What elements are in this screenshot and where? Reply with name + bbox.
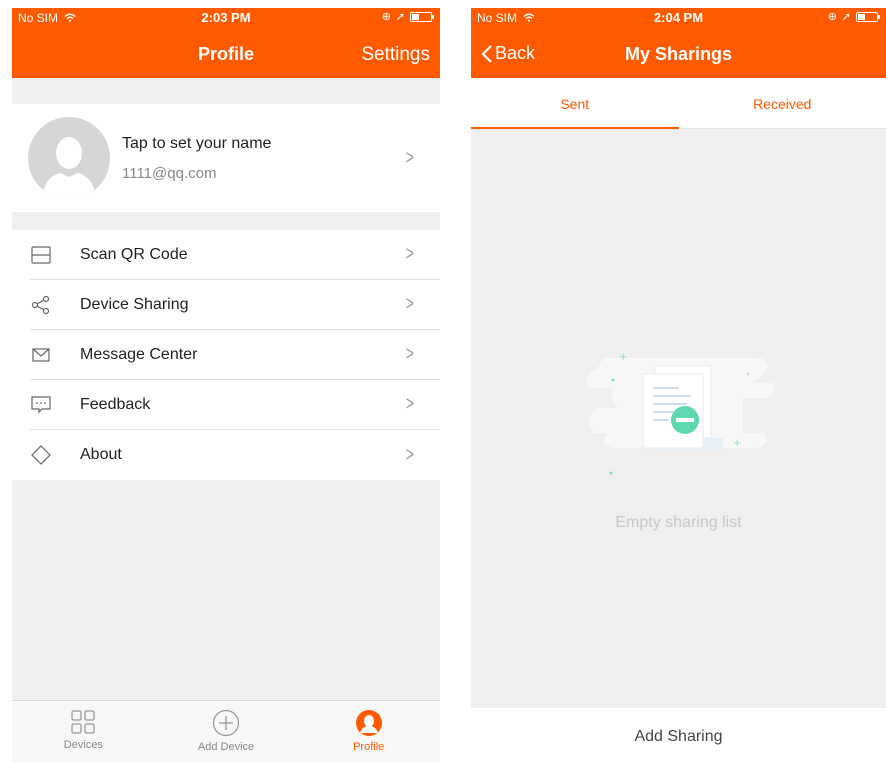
chevron-right-icon: > bbox=[406, 293, 415, 315]
status-icons: ⊕ ➚ bbox=[381, 10, 434, 23]
menu-label: Device Sharing bbox=[80, 295, 189, 313]
svg-text:+: + bbox=[619, 352, 627, 363]
share-icon bbox=[30, 294, 52, 316]
profile-screen: No SIM 2:03 PM ⊕ ➚ Profile Settings Tap … bbox=[12, 8, 440, 762]
tab-label: Add Device bbox=[197, 741, 255, 753]
profile-card[interactable]: Tap to set your name 1111@qq.com > bbox=[12, 104, 440, 212]
status-icons: ⊕ ➚ bbox=[827, 10, 880, 23]
avatar[interactable] bbox=[28, 117, 110, 199]
menu-label: About bbox=[80, 446, 122, 463]
chevron-right-icon: > bbox=[406, 243, 415, 265]
menu-item-scan-qr[interactable]: Scan QR Code > bbox=[30, 230, 440, 280]
menu-label: Message Center bbox=[80, 345, 198, 363]
add-sharing-button[interactable]: Add Sharing bbox=[471, 708, 886, 762]
menu-label: Feedback bbox=[80, 395, 151, 413]
plus-circle-icon bbox=[212, 709, 240, 737]
tab-label: Profile bbox=[353, 741, 385, 753]
lock-rotation-icon: ⊕ bbox=[381, 11, 391, 23]
battery-icon bbox=[410, 11, 434, 22]
mail-icon bbox=[30, 344, 52, 366]
scan-icon bbox=[30, 244, 52, 266]
lock-rotation-icon: ⊕ bbox=[827, 11, 837, 23]
status-bar: No SIM 2:04 PM ⊕ ➚ bbox=[471, 8, 886, 28]
location-icon: ➚ bbox=[841, 11, 851, 23]
battery-icon bbox=[856, 11, 880, 22]
empty-list-illustration: + + bbox=[586, 352, 775, 475]
sharing-tabs: Sent Received bbox=[471, 78, 886, 129]
profile-header: No SIM 2:03 PM ⊕ ➚ Profile Settings bbox=[12, 8, 440, 78]
status-time: 2:04 PM bbox=[653, 10, 704, 25]
location-icon: ➚ bbox=[395, 11, 405, 23]
tab-received[interactable]: Received bbox=[679, 78, 886, 128]
settings-button[interactable]: Settings bbox=[361, 44, 430, 66]
menu-item-about[interactable]: About > bbox=[30, 430, 440, 480]
feedback-icon bbox=[30, 394, 52, 416]
profile-info: Tap to set your name 1111@qq.com bbox=[122, 135, 404, 182]
grid-icon bbox=[71, 710, 95, 734]
chevron-right-icon: > bbox=[406, 146, 415, 169]
status-time: 2:03 PM bbox=[201, 10, 251, 25]
svg-text:+: + bbox=[733, 438, 741, 449]
chevron-right-icon: > bbox=[406, 443, 415, 466]
chevron-right-icon: > bbox=[406, 393, 415, 415]
tab-sent[interactable]: Sent bbox=[471, 78, 679, 129]
default-avatar-icon bbox=[42, 137, 96, 199]
tab-label: Devices bbox=[63, 739, 103, 751]
tab-profile[interactable]: Profile bbox=[297, 701, 440, 762]
about-icon bbox=[30, 444, 52, 466]
email-text: 1111@qq.com bbox=[122, 164, 217, 182]
tab-add-device[interactable]: Add Device bbox=[155, 701, 298, 762]
menu-item-device-sharing[interactable]: Device Sharing > bbox=[30, 280, 440, 330]
sharing-screen: No SIM 2:04 PM ⊕ ➚ Back My Sharings Sent… bbox=[471, 8, 886, 762]
tab-bar: Devices Add Device Profile bbox=[12, 700, 440, 762]
name-prompt: Tap to set your name bbox=[122, 134, 272, 152]
tab-devices[interactable]: Devices bbox=[12, 701, 155, 762]
menu-label: Scan QR Code bbox=[80, 245, 188, 263]
sharing-header: No SIM 2:04 PM ⊕ ➚ Back My Sharings bbox=[471, 8, 886, 78]
menu-list: Scan QR Code > Device Sharing > Message … bbox=[12, 230, 440, 480]
page-title: My Sharings bbox=[624, 44, 733, 64]
status-bar: No SIM 2:03 PM ⊕ ➚ bbox=[12, 8, 440, 28]
menu-item-feedback[interactable]: Feedback > bbox=[30, 380, 440, 430]
profile-icon bbox=[355, 710, 382, 736]
chevron-right-icon: > bbox=[406, 343, 415, 365]
empty-state-text: Empty sharing list bbox=[615, 514, 742, 531]
menu-item-message-center[interactable]: Message Center > bbox=[30, 330, 440, 380]
